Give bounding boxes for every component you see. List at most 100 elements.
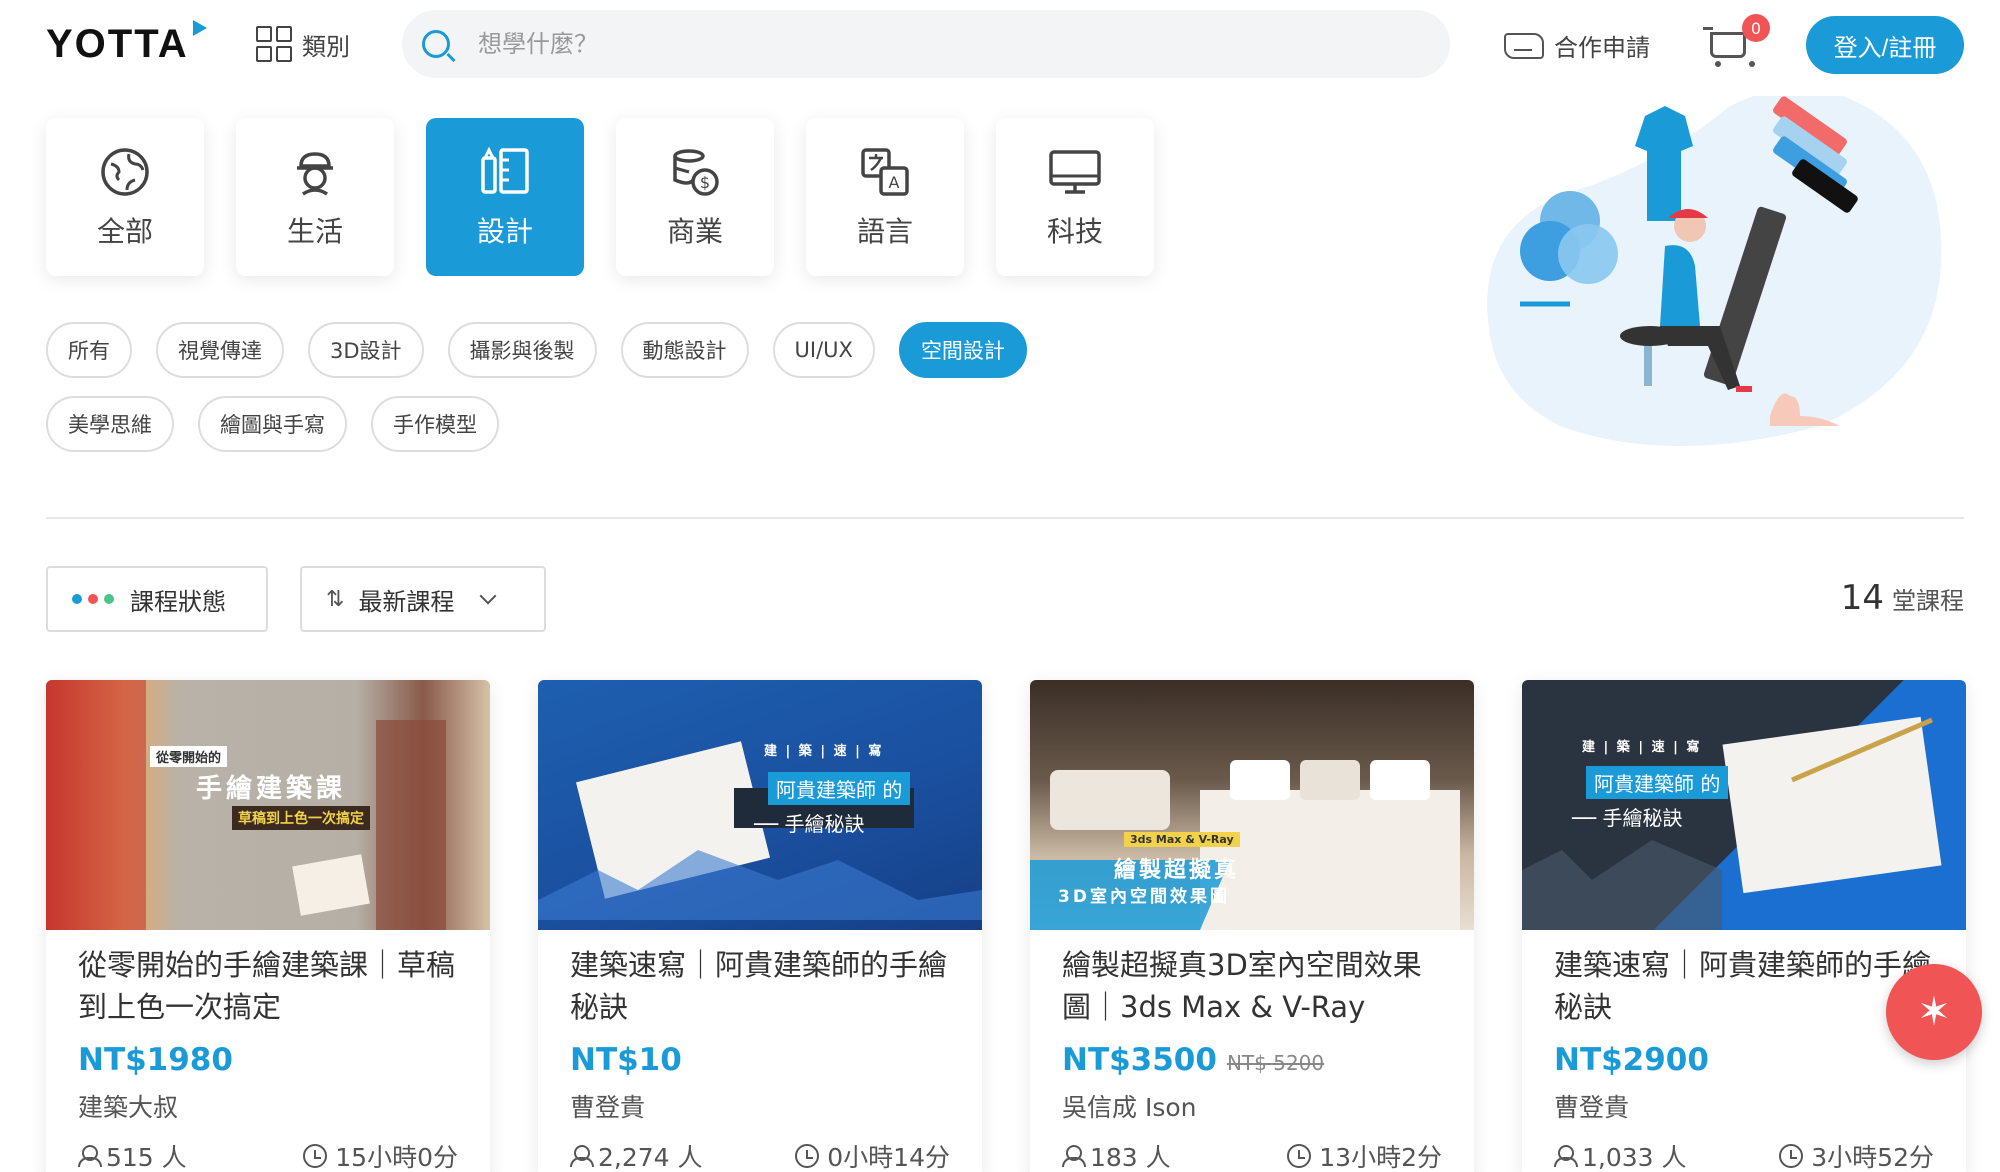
category-label: 全部 bbox=[96, 215, 153, 248]
person-icon bbox=[1554, 1145, 1578, 1167]
thumb-small-text: 從零開始的 bbox=[150, 746, 228, 767]
student-count: 1,033 人 bbox=[1582, 1143, 1687, 1172]
category-menu-button[interactable]: 類別 bbox=[256, 26, 350, 62]
course-title[interactable]: 從零開始的手繪建築課｜草稿到上色一次搞定 bbox=[78, 944, 458, 1028]
course-card[interactable]: 建 | 築 | 速 | 寫 阿貴建築師 的 ── 手繪秘訣 建築速寫｜阿貴建築師… bbox=[1522, 680, 1966, 1172]
monitor-icon bbox=[1049, 150, 1101, 194]
course-thumbnail[interactable]: 建 | 築 | 速 | 寫 阿貴建築師 的 ── 手繪秘訣 bbox=[538, 680, 982, 930]
thumb-sub-text: 3D室內空間效果圖 bbox=[1058, 887, 1230, 907]
course-card[interactable]: 3ds Max & V-Ray 繪製超擬真 3D室內空間效果圖 繪製超擬真3D室… bbox=[1030, 680, 1474, 1172]
floating-action-button[interactable]: ✶ bbox=[1886, 964, 1982, 1060]
course-teacher[interactable]: 曹登貴 bbox=[570, 1088, 950, 1124]
sort-label: 最新課程 bbox=[358, 587, 455, 616]
category-tech[interactable]: 科技 bbox=[996, 118, 1154, 276]
design-illustration bbox=[1487, 96, 1942, 446]
clock-icon bbox=[1287, 1144, 1312, 1168]
subcategory-tags: 所有 視覺傳達 3D設計 攝影與後製 動態設計 UI/UX 空間設計 美學思維 … bbox=[46, 322, 1066, 452]
tag-aesthetics[interactable]: 美學思維 bbox=[46, 396, 174, 452]
tag-visual-communication[interactable]: 視覺傳達 bbox=[156, 322, 284, 378]
logo-flag-icon bbox=[192, 20, 207, 36]
course-thumbnail[interactable]: 建 | 築 | 速 | 寫 阿貴建築師 的 ── 手繪秘訣 bbox=[1522, 680, 1966, 930]
globe-icon bbox=[101, 148, 149, 196]
category-label: 語言 bbox=[856, 215, 913, 248]
thumb-main-text: 繪製超擬真 bbox=[1114, 858, 1240, 883]
course-duration: 3小時52分 bbox=[1811, 1143, 1934, 1172]
category-language[interactable]: A 語言 bbox=[806, 118, 964, 276]
course-count: 14 堂課程 bbox=[1841, 578, 1964, 618]
sketch-graphic bbox=[46, 680, 446, 930]
thumb-sub-text: ── 手繪秘訣 bbox=[1572, 806, 1683, 830]
category-menu-label: 類別 bbox=[302, 32, 350, 61]
course-duration: 13小時2分 bbox=[1319, 1143, 1442, 1172]
header: YOTTA 類別 合作申請 0 登入/註冊 bbox=[0, 0, 2000, 90]
tag-photography[interactable]: 攝影與後製 bbox=[447, 322, 597, 378]
sort-dropdown[interactable]: ⇅ 最新課程 bbox=[300, 566, 546, 632]
yotta-logo[interactable]: YOTTA bbox=[46, 20, 207, 67]
clock-icon bbox=[795, 1144, 820, 1168]
person-icon bbox=[1062, 1145, 1086, 1167]
category-design[interactable]: 設計 bbox=[426, 118, 584, 276]
login-register-button[interactable]: 登入/註冊 bbox=[1806, 16, 1964, 74]
section-divider bbox=[46, 517, 1964, 519]
course-duration: 0小時14分 bbox=[827, 1143, 950, 1172]
tag-3d-design[interactable]: 3D設計 bbox=[308, 322, 424, 378]
tag-motion-design[interactable]: 動態設計 bbox=[620, 322, 749, 378]
course-teacher[interactable]: 建築大叔 bbox=[78, 1088, 458, 1124]
person-icon bbox=[570, 1145, 594, 1167]
course-title[interactable]: 建築速寫｜阿貴建築師的手繪秘訣 bbox=[570, 944, 950, 1028]
course-status-filter[interactable]: 課程狀態 bbox=[46, 566, 268, 632]
tag-handmade-models[interactable]: 手作模型 bbox=[371, 396, 499, 452]
cart-count-badge: 0 bbox=[1742, 14, 1770, 42]
clock-icon bbox=[303, 1144, 328, 1168]
thumb-main-text: 阿貴建築師 的 bbox=[768, 772, 911, 805]
sketch-graphic bbox=[538, 741, 982, 920]
student-count: 183 人 bbox=[1090, 1143, 1171, 1172]
thumb-main-text: 手繪建築課 bbox=[196, 774, 347, 804]
course-thumbnail[interactable]: 從零開始的 手繪建築課 草稿到上色一次搞定 bbox=[46, 680, 490, 930]
course-duration: 15小時0分 bbox=[335, 1143, 458, 1172]
course-card[interactable]: 建 | 築 | 速 | 寫 阿貴建築師 的 ── 手繪秘訣 建築速寫｜阿貴建築師… bbox=[538, 680, 982, 1172]
course-teacher[interactable]: 吳信成 Ison bbox=[1062, 1088, 1442, 1124]
thumb-main-text: 阿貴建築師 的 bbox=[1586, 766, 1729, 799]
svg-text:$: $ bbox=[700, 173, 710, 192]
tag-drawing-handwriting[interactable]: 繪圖與手寫 bbox=[198, 396, 347, 452]
course-teacher[interactable]: 曹登貴 bbox=[1554, 1088, 1934, 1124]
grid-icon bbox=[256, 26, 292, 62]
course-price: NT$3500 bbox=[1062, 1042, 1217, 1078]
party-popper-icon: ✶ bbox=[1917, 989, 1951, 1035]
partner-apply-label: 合作申請 bbox=[1554, 34, 1650, 62]
tag-all[interactable]: 所有 bbox=[46, 322, 132, 378]
search-input[interactable] bbox=[478, 30, 1378, 58]
thumb-sub-text: 草稿到上色一次搞定 bbox=[232, 806, 370, 830]
course-status-label: 課程狀態 bbox=[130, 587, 226, 616]
course-price: NT$10 bbox=[570, 1042, 682, 1078]
person-icon bbox=[78, 1145, 102, 1167]
course-count-unit: 堂課程 bbox=[1892, 587, 1964, 615]
partner-apply-link[interactable]: 合作申請 bbox=[1504, 28, 1650, 63]
search-icon[interactable] bbox=[422, 30, 450, 58]
tag-ui-ux[interactable]: UI/UX bbox=[772, 322, 875, 378]
category-all[interactable]: 全部 bbox=[46, 118, 204, 276]
thumb-sub-text: ── 手繪秘訣 bbox=[754, 812, 865, 836]
course-card[interactable]: 從零開始的 手繪建築課 草稿到上色一次搞定 從零開始的手繪建築課｜草稿到上色一次… bbox=[46, 680, 490, 1172]
category-label: 設計 bbox=[476, 215, 533, 248]
chef-icon bbox=[297, 152, 333, 196]
cart-button[interactable]: 0 bbox=[1703, 14, 1770, 69]
cart-icon bbox=[1703, 27, 1755, 69]
svg-text:A: A bbox=[889, 173, 900, 192]
course-price: NT$2900 bbox=[1554, 1042, 1709, 1078]
category-business[interactable]: $ 商業 bbox=[616, 118, 774, 276]
category-life[interactable]: 生活 bbox=[236, 118, 394, 276]
course-title[interactable]: 建築速寫｜阿貴建築師的手繪秘訣 bbox=[1554, 944, 1934, 1028]
student-count: 2,274 人 bbox=[598, 1143, 703, 1172]
category-cards: 全部 生活 設計 $ 商業 A 語言 科技 bbox=[46, 118, 1154, 276]
thumb-small-text: 建 | 築 | 速 | 寫 bbox=[764, 744, 884, 759]
course-thumbnail[interactable]: 3ds Max & V-Ray 繪製超擬真 3D室內空間效果圖 bbox=[1030, 680, 1474, 930]
chevron-down-icon bbox=[479, 587, 497, 605]
category-label: 生活 bbox=[286, 215, 343, 248]
thumb-small-text: 3ds Max & V-Ray bbox=[1124, 832, 1240, 847]
handshake-icon bbox=[1504, 32, 1544, 59]
course-title[interactable]: 繪製超擬真3D室內空間效果圖｜3ds Max & V-Ray bbox=[1062, 944, 1442, 1028]
category-label: 科技 bbox=[1046, 215, 1103, 248]
tag-space-design[interactable]: 空間設計 bbox=[898, 322, 1027, 378]
